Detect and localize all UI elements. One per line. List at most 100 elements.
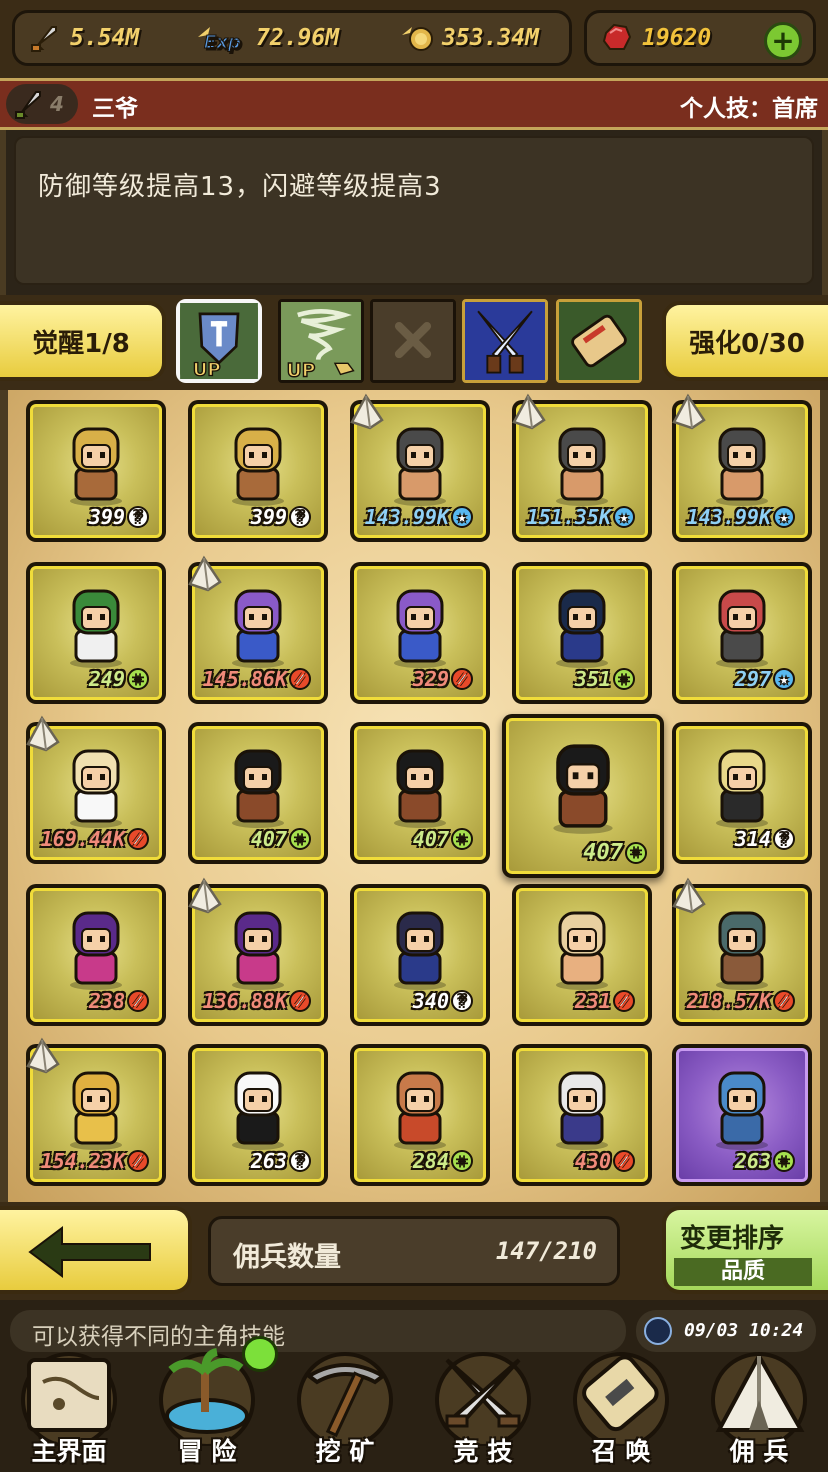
nav-item-4[interactable]: 召 唤	[552, 1342, 690, 1472]
evasion-up-skill-slot[interactable]: UP	[278, 299, 364, 383]
locked-skill-slot[interactable]	[370, 299, 456, 383]
character-portrait	[556, 911, 608, 990]
defense-up-skill-slot[interactable]: UP	[176, 299, 262, 383]
mercenary-card[interactable]: 329 ⁄	[350, 562, 490, 704]
summon-scroll-icon	[573, 1352, 669, 1446]
character-portrait	[556, 589, 608, 668]
awaken-button[interactable]: 觉醒1/8	[0, 301, 166, 381]
exp-resource: Exp 72.96M	[196, 18, 339, 58]
description-panel: 防御等级提高13，闪避等级提高3	[0, 130, 828, 295]
sort-mode: 品质	[674, 1258, 812, 1286]
card-frame: 263?	[192, 1048, 324, 1182]
mercenary-card[interactable]: 351 +	[512, 562, 652, 704]
card-frame: 297 ★	[676, 566, 808, 700]
card-value-text: 399	[250, 505, 287, 529]
card-frame: 430 ⁄	[516, 1048, 648, 1182]
mercenary-card[interactable]: 136.88K ⁄	[188, 877, 328, 1026]
mercenary-card[interactable]: 231 ⁄	[512, 884, 652, 1026]
card-type-slash-icon: ⁄	[451, 668, 473, 690]
mercenary-card[interactable]: 151.35K ★	[512, 393, 652, 542]
card-value: 136.88K ⁄	[203, 989, 311, 1013]
enhance-button[interactable]: 强化0/30	[662, 301, 828, 381]
mercenary-card[interactable]: 399?	[188, 400, 328, 542]
mercenary-card[interactable]: 143.99K ★	[350, 393, 490, 542]
mercenary-card[interactable]: 154.23K ⁄	[26, 1037, 166, 1186]
up-text: UP	[287, 360, 316, 380]
mercenary-card[interactable]: 314?	[672, 722, 812, 864]
clock-icon	[644, 1317, 672, 1345]
nav-item-0[interactable]: 主界面	[0, 1342, 138, 1472]
mercenary-card[interactable]: 407 +	[350, 722, 490, 864]
tent-tag-icon	[512, 393, 546, 430]
card-value-text: 399	[88, 505, 125, 529]
card-value-text: 340	[412, 989, 449, 1013]
gold-coin-icon	[400, 21, 434, 55]
mercenary-card[interactable]: 407 +	[188, 722, 328, 864]
mercenary-card[interactable]: 340?	[350, 884, 490, 1026]
card-type-plus-icon: +	[451, 828, 473, 850]
card-value: 154.23K ⁄	[41, 1149, 149, 1173]
card-value: 407 +	[251, 827, 311, 851]
mercenary-card[interactable]: 263?	[188, 1044, 328, 1186]
crossed-blades-skill-slot[interactable]	[462, 299, 548, 383]
card-value-text: 430	[574, 1149, 611, 1173]
mercenary-grid: 399? 399? 143.99K ★ 151.35K ★ 143.99K ★ 249 +145.…	[0, 390, 828, 1202]
rolled-scroll-icon	[559, 302, 639, 380]
card-value: 329 ⁄	[413, 667, 473, 691]
exp-icon: Exp	[196, 21, 248, 55]
card-value: 263 +	[735, 1149, 795, 1173]
card-value: 231 ⁄	[575, 989, 635, 1013]
card-frame: 238 ⁄	[30, 888, 162, 1022]
card-value-text: 263	[734, 1149, 771, 1173]
mercenary-card[interactable]: 399?	[26, 400, 166, 542]
card-value: 143.99K ★	[687, 505, 795, 529]
shield-up-icon: UP	[180, 303, 258, 379]
character-portrait	[556, 1071, 608, 1150]
scroll-skill-slot[interactable]	[556, 299, 642, 383]
nav-item-3[interactable]: 竞 技	[414, 1342, 552, 1472]
card-type-plus-icon: +	[773, 1150, 795, 1172]
mercenary-card[interactable]: 297 ★	[672, 562, 812, 704]
mercenary-card[interactable]: 143.99K ★	[672, 393, 812, 542]
mercenary-card[interactable]: 169.44K ⁄	[26, 715, 166, 864]
tent-tag-icon	[188, 555, 222, 592]
card-value-text: 314	[734, 827, 771, 851]
character-portrait	[394, 1071, 446, 1150]
card-type-slash-icon: ⁄	[289, 990, 311, 1012]
card-value: 340?	[413, 989, 473, 1013]
card-value: 263?	[251, 1149, 311, 1173]
hero-sword-icon	[15, 91, 41, 119]
character-portrait	[70, 911, 122, 990]
mercenary-card[interactable]: 145.86K ⁄	[188, 555, 328, 704]
nav-item-5[interactable]: 佣 兵	[690, 1342, 828, 1472]
character-portrait	[716, 427, 768, 506]
card-value-text: 143.99K	[364, 505, 449, 529]
mercenary-count-value: 147/210	[495, 1237, 597, 1265]
card-value: 151.35K ★	[527, 505, 635, 529]
mercenary-card[interactable]: 407 +	[502, 714, 664, 878]
card-value-text: 231	[574, 989, 611, 1013]
mercenary-card[interactable]: 263 +	[672, 1044, 812, 1186]
card-value-text: 407	[412, 827, 449, 851]
back-button[interactable]	[0, 1206, 192, 1294]
gem-resource: 19620	[600, 18, 711, 58]
card-type-slash-icon: ⁄	[613, 1150, 635, 1172]
nav-item-2[interactable]: 挖 矿	[276, 1342, 414, 1472]
card-value-text: 249	[88, 667, 125, 691]
mercenary-card[interactable]: 238 ⁄	[26, 884, 166, 1026]
card-value: 169.44K ⁄	[41, 827, 149, 851]
card-frame: 399?	[192, 404, 324, 538]
character-portrait	[70, 427, 122, 506]
gold-resource: 353.34M	[400, 18, 539, 58]
card-frame: 231 ⁄	[516, 888, 648, 1022]
character-portrait	[394, 749, 446, 828]
mercenary-card[interactable]: 249 +	[26, 562, 166, 704]
mercenary-card[interactable]: 218.57K ⁄	[672, 877, 812, 1026]
card-frame: 407 +	[192, 726, 324, 860]
change-sort-button[interactable]: 变更排序 品质	[662, 1206, 828, 1294]
mercenary-card[interactable]: 430 ⁄	[512, 1044, 652, 1186]
character-portrait	[556, 427, 608, 506]
add-gems-button[interactable]: +	[764, 22, 802, 60]
personal-skill: 个人技：首席	[680, 96, 818, 122]
mercenary-card[interactable]: 284 +	[350, 1044, 490, 1186]
